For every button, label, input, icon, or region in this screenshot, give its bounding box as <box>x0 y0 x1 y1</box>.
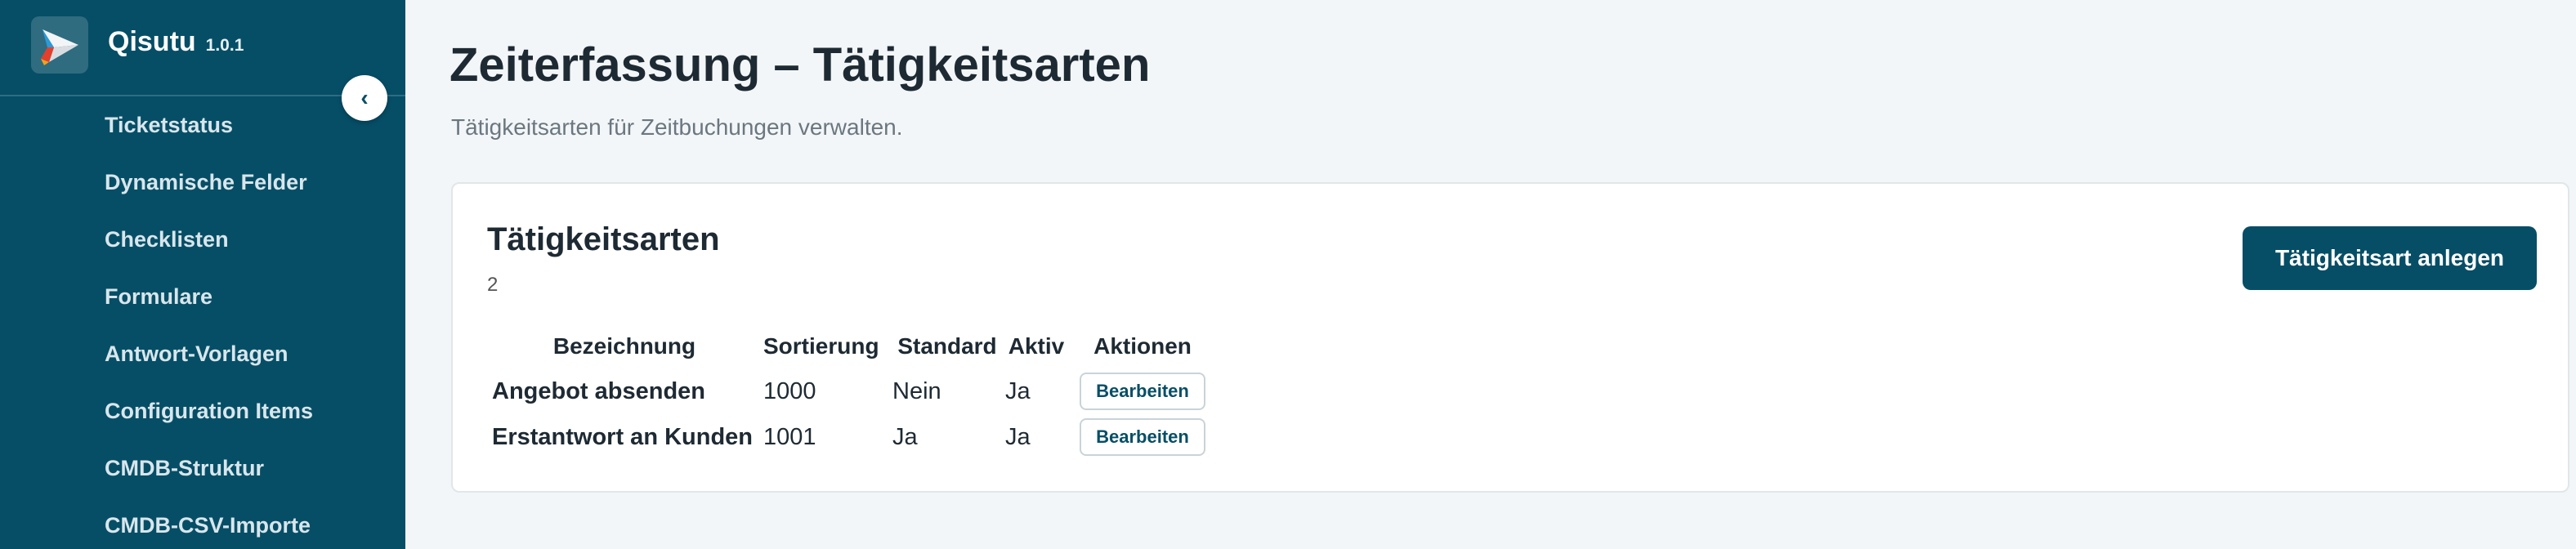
cell-actions: Bearbeiten <box>1069 414 1216 460</box>
page-subtitle: Tätigkeitsarten für Zeitbuchungen verwal… <box>451 114 903 140</box>
item-count: 2 <box>487 274 499 296</box>
sidebar-item-cmdb-struktur[interactable]: CMDB-Struktur <box>0 440 405 497</box>
activity-types-card: Tätigkeitsarten 2 Tätigkeitsart anlegen … <box>451 182 2569 493</box>
sidebar-item-ticketstatus[interactable]: Ticketstatus <box>0 96 405 154</box>
table-header-row: Bezeichnung Sortierung Standard Aktiv Ak… <box>487 324 1216 368</box>
sidebar-item-dynamische-felder[interactable]: Dynamische Felder <box>0 154 405 211</box>
cell-active: Ja <box>1005 423 1031 450</box>
edit-button[interactable]: Bearbeiten <box>1080 418 1205 456</box>
sidebar-header: Qisutu 1.0.1 <box>0 0 405 96</box>
cell-sort: 1000 <box>763 377 816 404</box>
cell-name: Erstantwort an Kunden <box>492 423 754 450</box>
sidebar-item-configuration-items[interactable]: Configuration Items <box>0 382 405 440</box>
activity-types-table: Bezeichnung Sortierung Standard Aktiv Ak… <box>487 324 1216 460</box>
cell-sort: 1001 <box>763 423 816 450</box>
cell-standard: Ja <box>892 423 918 450</box>
column-header-active[interactable]: Aktiv <box>1004 324 1069 368</box>
edit-button[interactable]: Bearbeiten <box>1080 373 1205 410</box>
column-header-name[interactable]: Bezeichnung <box>487 324 762 368</box>
sidebar: Qisutu 1.0.1 ‹ Ticketstatus Dynamische Fe… <box>0 0 405 549</box>
cell-name: Angebot absenden <box>492 377 706 404</box>
sidebar-item-checklisten[interactable]: Checklisten <box>0 211 405 268</box>
sidebar-item-cmdb-csv-importe[interactable]: CMDB-CSV-Importe <box>0 497 405 549</box>
cell-actions: Bearbeiten <box>1069 368 1216 414</box>
app-title: Qisutu 1.0.1 <box>108 26 244 58</box>
page-title: Zeiterfassung – Tätigkeitsarten <box>449 38 1151 92</box>
sidebar-item-formulare[interactable]: Formulare <box>0 268 405 325</box>
column-header-sort[interactable]: Sortierung <box>762 324 891 368</box>
create-activity-type-button[interactable]: Tätigkeitsart anlegen <box>2243 226 2537 290</box>
sidebar-nav: Ticketstatus Dynamische Felder Checklist… <box>0 96 405 549</box>
paper-plane-logo-icon[interactable] <box>31 16 88 74</box>
table-row: Erstantwort an Kunden 1001 Ja Ja Bearbei… <box>487 414 1216 460</box>
card-title: Tätigkeitsarten <box>487 221 720 257</box>
cell-active: Ja <box>1005 377 1031 404</box>
column-header-standard[interactable]: Standard <box>891 324 1004 368</box>
sidebar-item-antwort-vorlagen[interactable]: Antwort-Vorlagen <box>0 325 405 382</box>
column-header-actions: Aktionen <box>1093 333 1192 359</box>
app-version: 1.0.1 <box>205 36 244 55</box>
app-name: Qisutu <box>108 26 196 57</box>
cell-standard: Nein <box>892 377 941 404</box>
table-row: Angebot absenden 1000 Nein Ja Bearbeiten <box>487 368 1216 414</box>
